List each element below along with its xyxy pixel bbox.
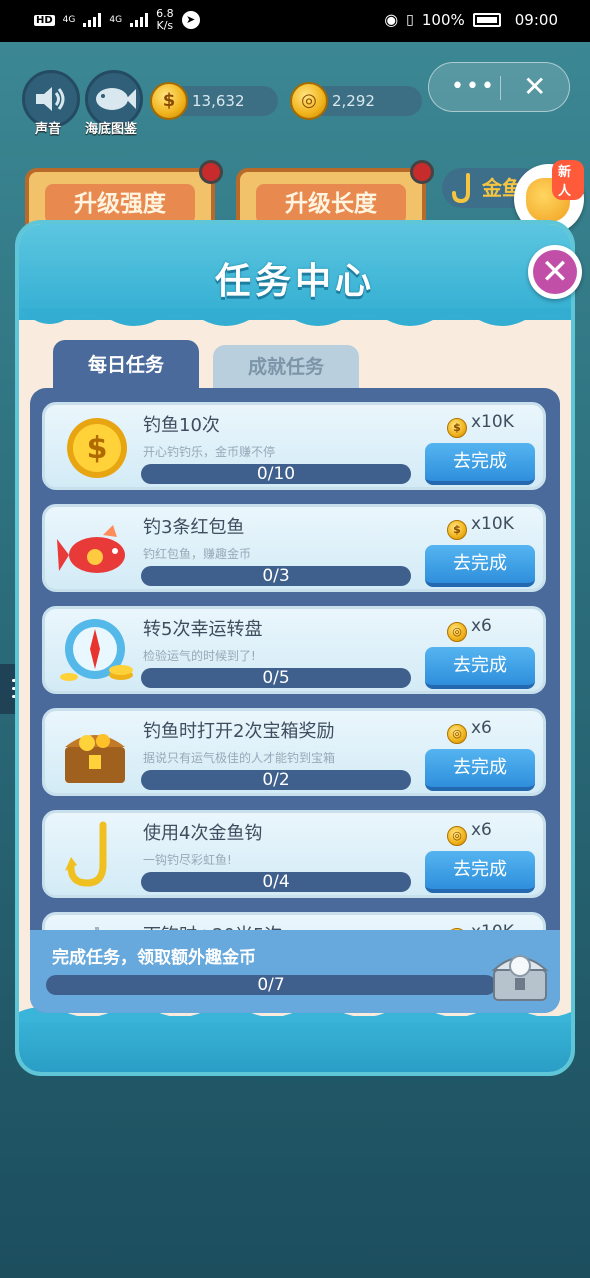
task-list: $ 钓鱼10次 开心钓钓乐，金币赚不停 0/10 $ x10K 去完成 钓3条红包… <box>30 388 560 1013</box>
eye-icon: ◉ <box>384 10 399 29</box>
coin-icon: $ <box>447 520 467 540</box>
gem-amount: 2,292 <box>332 92 375 110</box>
golden-hook-icon <box>65 821 107 887</box>
task-reward: $x10K <box>447 513 514 540</box>
task-description: 一钩钓尽彩虹鱼! <box>143 853 232 867</box>
task-item: 使用4次金鱼钩 一钩钓尽彩虹鱼! 0/4 ◎ x6 去完成 <box>42 810 546 898</box>
task-progress: 0/5 <box>141 668 411 688</box>
battery-percent: 100% <box>421 10 465 29</box>
summary-progress: 0/7 <box>46 975 496 995</box>
gem-coin-icon: ◎ <box>447 826 467 846</box>
miniprogram-capsule: ••• ✕ <box>428 62 570 112</box>
tab-daily-tasks[interactable]: 每日任务 <box>53 340 199 390</box>
upgrade-length-label: 升级长度 <box>256 184 406 224</box>
upgrade-strength-label: 升级强度 <box>45 184 195 224</box>
panel-title: 任务中心 <box>214 261 375 302</box>
signal-icon <box>130 13 149 27</box>
task-item: 钓3条红包鱼 钓红包鱼，赚趣金币 0/3 $ x10K 去完成 <box>42 504 546 592</box>
go-complete-button[interactable]: 去完成 <box>425 749 535 791</box>
more-icon[interactable]: ••• <box>451 76 496 98</box>
hd-indicator: HD <box>34 14 55 26</box>
go-complete-button[interactable]: 去完成 <box>425 851 535 893</box>
coin-amount: 13,632 <box>192 92 245 110</box>
coin-icon: $ <box>447 418 467 438</box>
task-description: 据说只有运气极佳的人才能钓到宝箱 <box>143 751 336 765</box>
tab-achievement-tasks[interactable]: 成就任务 <box>213 345 359 390</box>
clock: 09:00 <box>514 10 558 29</box>
signal-icon <box>83 13 102 27</box>
summary-text: 完成任务，领取额外趣金币 <box>52 948 256 968</box>
go-complete-button[interactable]: 去完成 <box>425 545 535 587</box>
task-reward: ◎ x6 <box>447 819 492 846</box>
task-reward: ◎ x6 <box>447 615 492 642</box>
encyclopedia-label: 海底图鉴 <box>85 122 138 137</box>
silver-chest-icon[interactable] <box>488 940 552 1004</box>
speaker-icon <box>36 87 65 111</box>
hook-icon <box>452 173 470 203</box>
task-name: 钓鱼10次 <box>143 415 220 436</box>
task-name: 钓3条红包鱼 <box>143 517 245 538</box>
gem-coin-icon: ◎ <box>447 622 467 642</box>
sim1-label: 4G <box>62 15 76 25</box>
red-envelope-fish-icon <box>57 525 125 573</box>
gem-coin-icon: ◎ <box>290 82 328 120</box>
newbie-badge: 新人 <box>552 160 584 200</box>
task-progress: 0/2 <box>141 770 411 790</box>
go-complete-button[interactable]: 去完成 <box>425 443 535 485</box>
task-reward: ◎ x6 <box>447 717 492 744</box>
close-miniprogram-icon[interactable]: ✕ <box>523 71 546 103</box>
task-progress: 0/4 <box>141 872 411 892</box>
task-description: 开心钓钓乐，金币赚不停 <box>143 445 276 459</box>
task-item: 转5次幸运转盘 检验运气的时候到了! 0/5 ◎ x6 去完成 <box>42 606 546 694</box>
fish-icon <box>96 88 136 110</box>
task-item: $ 钓鱼10次 开心钓钓乐，金币赚不停 0/10 $ x10K 去完成 <box>42 402 546 490</box>
task-description: 钓红包鱼，赚趣金币 <box>143 547 252 561</box>
panel-header: 任务中心 <box>19 224 571 326</box>
close-panel-button[interactable]: ✕ <box>528 245 582 299</box>
coin-counter: $ 13,632 <box>150 82 278 120</box>
panel-footer <box>19 1007 571 1072</box>
task-description: 检验运气的时候到了! <box>143 649 256 663</box>
capsule-divider <box>500 76 501 100</box>
svg-text:$: $ <box>87 431 108 466</box>
coin-icon: $ <box>150 82 188 120</box>
notification-icon: ➤ <box>181 11 200 29</box>
sim2-label: 4G <box>109 15 123 25</box>
task-progress: 0/10 <box>141 464 411 484</box>
task-name: 钓鱼时打开2次宝箱奖励 <box>143 721 335 742</box>
task-name: 转5次幸运转盘 <box>143 619 263 640</box>
notification-dot <box>410 160 434 184</box>
task-item: 钓鱼时打开2次宝箱奖励 据说只有运气极佳的人才能钓到宝箱 0/2 ◎ x6 去完成 <box>42 708 546 796</box>
gem-coin-icon: ◎ <box>447 724 467 744</box>
task-reward: $x10K <box>447 411 514 438</box>
battery-icon <box>472 12 501 27</box>
gem-counter: ◎ 2,292 <box>290 82 422 120</box>
sound-label: 声音 <box>35 122 62 137</box>
go-complete-button[interactable]: 去完成 <box>425 647 535 689</box>
gold-coin-icon: $ <box>67 418 127 478</box>
network-speed: 6.8 K/s <box>156 7 174 32</box>
notification-dot <box>199 160 223 184</box>
lucky-wheel-icon <box>60 619 133 681</box>
close-icon: ✕ <box>533 250 577 294</box>
task-progress: 0/3 <box>141 566 411 586</box>
status-bar: HD 4G 4G 6.8 K/s ➤ ◉ ▯ 100% 09:00 <box>0 0 590 42</box>
vibrate-icon: ▯ <box>406 11 414 28</box>
summary-bar: 完成任务，领取额外趣金币 0/7 <box>30 930 560 1013</box>
treasure-chest-icon <box>65 734 125 783</box>
task-name: 使用4次金鱼钩 <box>143 823 263 844</box>
